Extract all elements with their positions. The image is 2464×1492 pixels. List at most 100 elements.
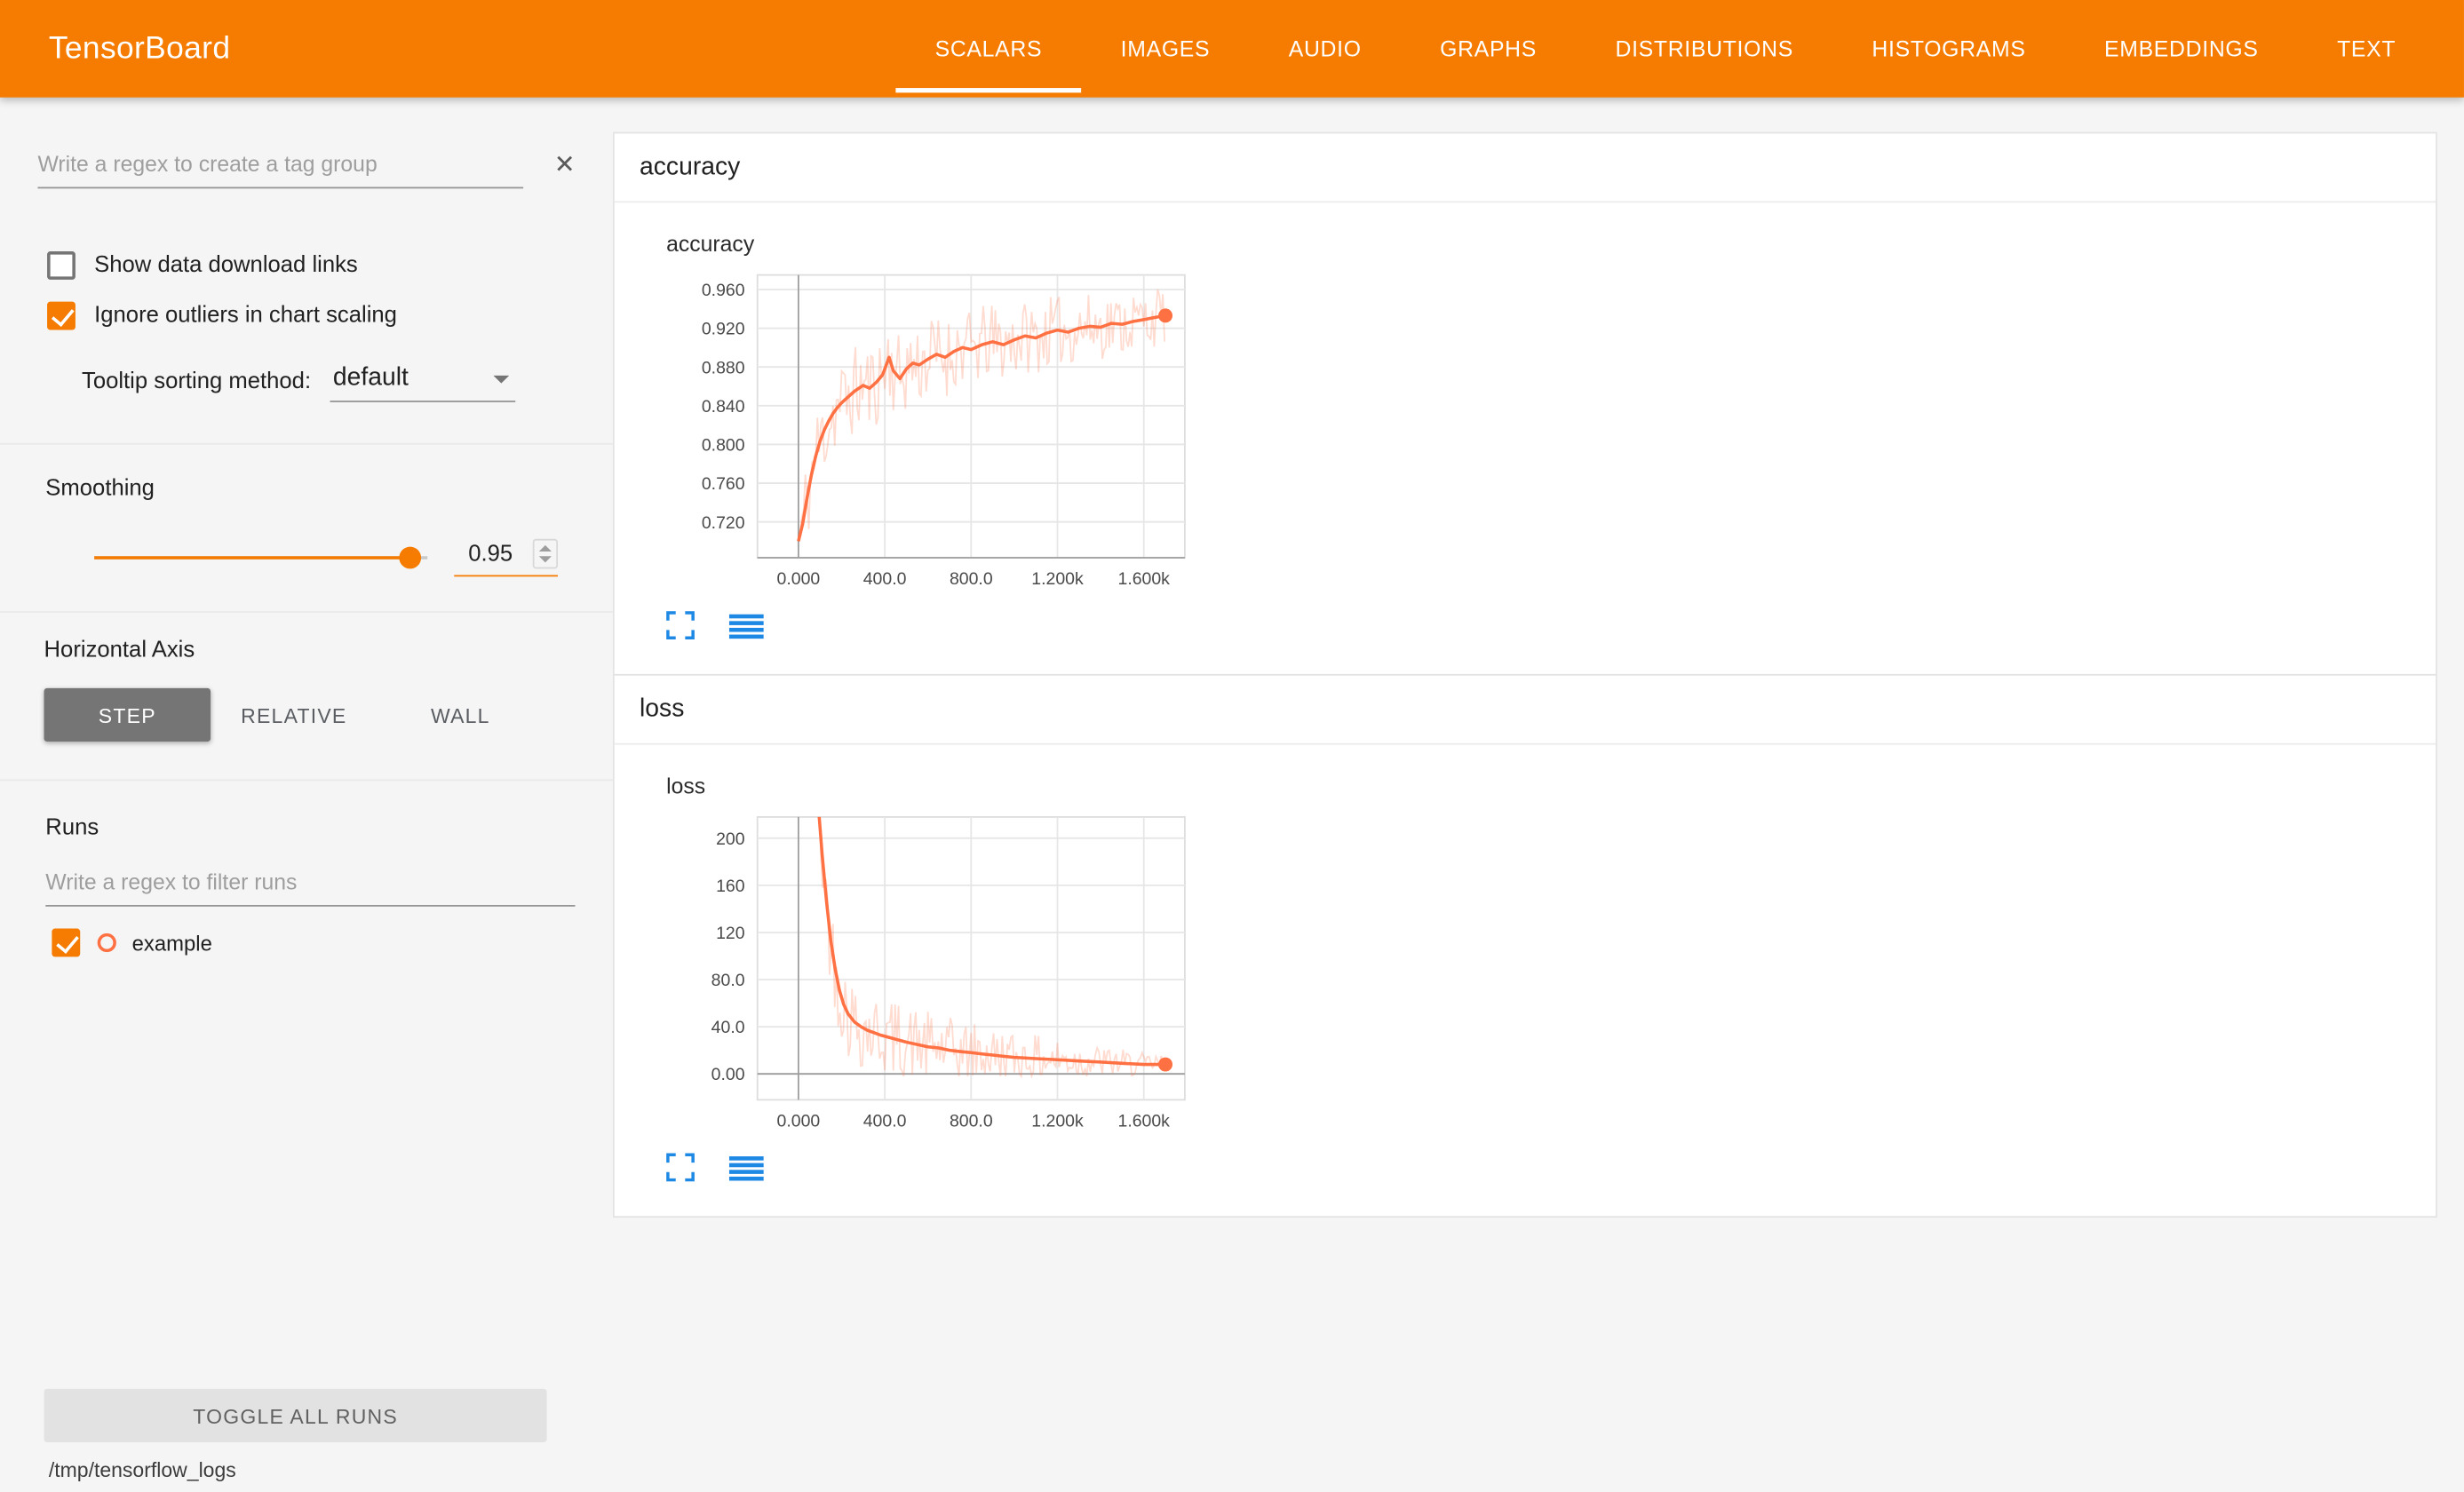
- tooltip-sorting-label: Tooltip sorting method:: [82, 369, 311, 402]
- header-tabs: SCALARSIMAGESAUDIOGRAPHSDISTRIBUTIONSHIS…: [895, 0, 2435, 98]
- chart-menu-icon[interactable]: [729, 612, 764, 639]
- chart-title: loss: [666, 773, 2436, 798]
- runs-list: example: [45, 929, 575, 957]
- axis-button-step[interactable]: STEP: [44, 688, 211, 742]
- smoothing-value-input[interactable]: 0.95: [454, 539, 558, 576]
- smoothing-slider[interactable]: [94, 547, 427, 569]
- run-label: example: [132, 931, 212, 955]
- y-tick-label: 0.920: [702, 320, 745, 339]
- spinner-up-icon[interactable]: [539, 545, 552, 552]
- x-tick-label: 0.000: [777, 569, 821, 589]
- axis-button-relative[interactable]: RELATIVE: [211, 688, 378, 742]
- tooltip-sorting-row: Tooltip sorting method: default: [37, 361, 575, 402]
- runs-label: Runs: [45, 815, 575, 840]
- sidebar-bottom: TOGGLE ALL RUNS /tmp/tensorflow_logs: [0, 1389, 613, 1492]
- tab-histograms[interactable]: HISTOGRAMS: [1832, 0, 2065, 98]
- x-tick-label: 800.0: [950, 569, 993, 589]
- horizontal-axis-label: Horizontal Axis: [44, 638, 613, 663]
- x-tick-label: 1.200k: [1031, 569, 1084, 589]
- runs-section: Runs example: [0, 781, 613, 956]
- y-tick-label: 160: [716, 877, 745, 896]
- chart-group-header[interactable]: accuracy: [615, 133, 2436, 202]
- y-tick-label: 80.0: [711, 971, 745, 990]
- toggle-all-runs-button[interactable]: TOGGLE ALL RUNS: [44, 1389, 547, 1442]
- smoothing-label: Smoothing: [45, 476, 613, 501]
- chart-actions: [666, 611, 2436, 639]
- tab-audio[interactable]: AUDIO: [1249, 0, 1400, 98]
- chart-group-card-accuracy: accuracy accuracy 0.960 0.920 0.880 0.840 0.80…: [613, 132, 2437, 676]
- accuracy-chart[interactable]: 0.960 0.920 0.880 0.840 0.800 0.760 0.720 0.000…: [666, 262, 1220, 601]
- log-directory: /tmp/tensorflow_logs: [49, 1458, 613, 1482]
- tooltip-sorting-value: default: [333, 364, 409, 393]
- y-tick-label: 0.00: [711, 1065, 745, 1084]
- chart-group-card-loss: loss loss 200 160 120 80.0 40.0 0.00 0.000 400.0 8…: [613, 674, 2437, 1218]
- smoothing-slider-row: 0.95: [45, 539, 613, 576]
- chart-card-body: accuracy0.9600.9200.8800.8400.8000.7600.…: [615, 202, 2436, 674]
- tab-text[interactable]: TEXT: [2298, 0, 2436, 98]
- y-tick-label: 120: [716, 924, 745, 943]
- close-icon[interactable]: ✕: [554, 154, 576, 179]
- checkbox-row[interactable]: Show data download links: [37, 251, 575, 280]
- chart-group-header[interactable]: loss: [615, 676, 2436, 745]
- y-tick-label: 40.0: [711, 1018, 745, 1037]
- chart-actions: [666, 1154, 2436, 1182]
- y-tick-label: 0.840: [702, 397, 745, 417]
- tab-images[interactable]: IMAGES: [1081, 0, 1249, 98]
- number-spinner[interactable]: [533, 539, 558, 569]
- x-tick-label: 1.200k: [1031, 1111, 1084, 1131]
- run-row: example: [45, 929, 575, 957]
- spinner-down-icon[interactable]: [539, 556, 552, 562]
- general-settings-section: ✕ Show data download links Ignore outlier…: [0, 98, 613, 445]
- runs-filter-row: [45, 862, 575, 907]
- chevron-down-icon: [493, 375, 509, 383]
- tooltip-sorting-select[interactable]: default: [330, 361, 515, 402]
- tab-scalars[interactable]: SCALARS: [895, 0, 1081, 98]
- chart-title: accuracy: [666, 231, 2436, 256]
- y-tick-label: 0.880: [702, 358, 745, 377]
- runs-filter-input[interactable]: [45, 862, 575, 907]
- checkbox-label: Show data download links: [94, 253, 358, 278]
- loss-chart[interactable]: 200 160 120 80.0 40.0 0.00 0.000 400.0 800.0 1.20…: [666, 805, 1220, 1144]
- chart-card-body: loss 200 160 120 80.0 40.0 0.00 0.000 400.0 800.0…: [615, 745, 2436, 1217]
- app-header: TensorBoard SCALARSIMAGESAUDIOGRAPHSDIST…: [0, 0, 2464, 98]
- y-tick-label: 0.760: [702, 474, 745, 494]
- app-title: TensorBoard: [49, 0, 231, 98]
- smoothing-section: Smoothing 0.95: [0, 445, 613, 613]
- x-tick-label: 0.000: [777, 1111, 821, 1131]
- run-checkbox[interactable]: [52, 929, 80, 957]
- x-tick-label: 800.0: [950, 1111, 993, 1131]
- checkbox-label: Ignore outliers in chart scaling: [94, 303, 397, 328]
- horizontal-axis-section: Horizontal Axis STEPRELATIVEWALL: [0, 613, 613, 781]
- x-tick-label: 400.0: [863, 1111, 907, 1131]
- expand-chart-icon[interactable]: [666, 1154, 695, 1182]
- settings-checkboxes: Show data download links Ignore outliers …: [37, 251, 575, 329]
- chart-menu-icon[interactable]: [729, 1154, 764, 1180]
- sidebar: ✕ Show data download links Ignore outlier…: [0, 98, 613, 1492]
- expand-chart-icon[interactable]: [666, 611, 695, 639]
- smoothing-value: 0.95: [468, 541, 513, 566]
- x-tick-label: 400.0: [863, 569, 907, 589]
- tag-filter-row: ✕: [37, 145, 575, 189]
- main-content: accuracy accuracy 0.960 0.920 0.880 0.840 0.80…: [613, 98, 2464, 1492]
- x-tick-label: 1.600k: [1118, 569, 1171, 589]
- y-tick-label: 0.960: [702, 281, 745, 300]
- run-color-swatch[interactable]: [98, 933, 116, 952]
- smoothing-slider-thumb[interactable]: [400, 547, 422, 569]
- final-point-marker: [1158, 308, 1172, 322]
- checkbox[interactable]: [47, 251, 76, 280]
- tab-distributions[interactable]: DISTRIBUTIONS: [1576, 0, 1832, 98]
- tag-filter-input[interactable]: [37, 145, 522, 189]
- slider-track-fill: [94, 556, 410, 560]
- checkbox[interactable]: [47, 302, 76, 330]
- tab-embeddings[interactable]: EMBEDDINGS: [2065, 0, 2298, 98]
- axis-button-wall[interactable]: WALL: [378, 688, 544, 742]
- x-tick-label: 1.600k: [1118, 1111, 1171, 1131]
- y-tick-label: 0.720: [702, 513, 745, 533]
- y-tick-label: 200: [716, 829, 745, 849]
- axis-button-group: STEPRELATIVEWALL: [44, 688, 544, 742]
- tensorboard-app: TensorBoard SCALARSIMAGESAUDIOGRAPHSDIST…: [0, 0, 2464, 1492]
- final-point-marker: [1158, 1058, 1172, 1072]
- y-tick-label: 0.800: [702, 436, 745, 456]
- tab-graphs[interactable]: GRAPHS: [1401, 0, 1576, 98]
- checkbox-row[interactable]: Ignore outliers in chart scaling: [37, 302, 575, 330]
